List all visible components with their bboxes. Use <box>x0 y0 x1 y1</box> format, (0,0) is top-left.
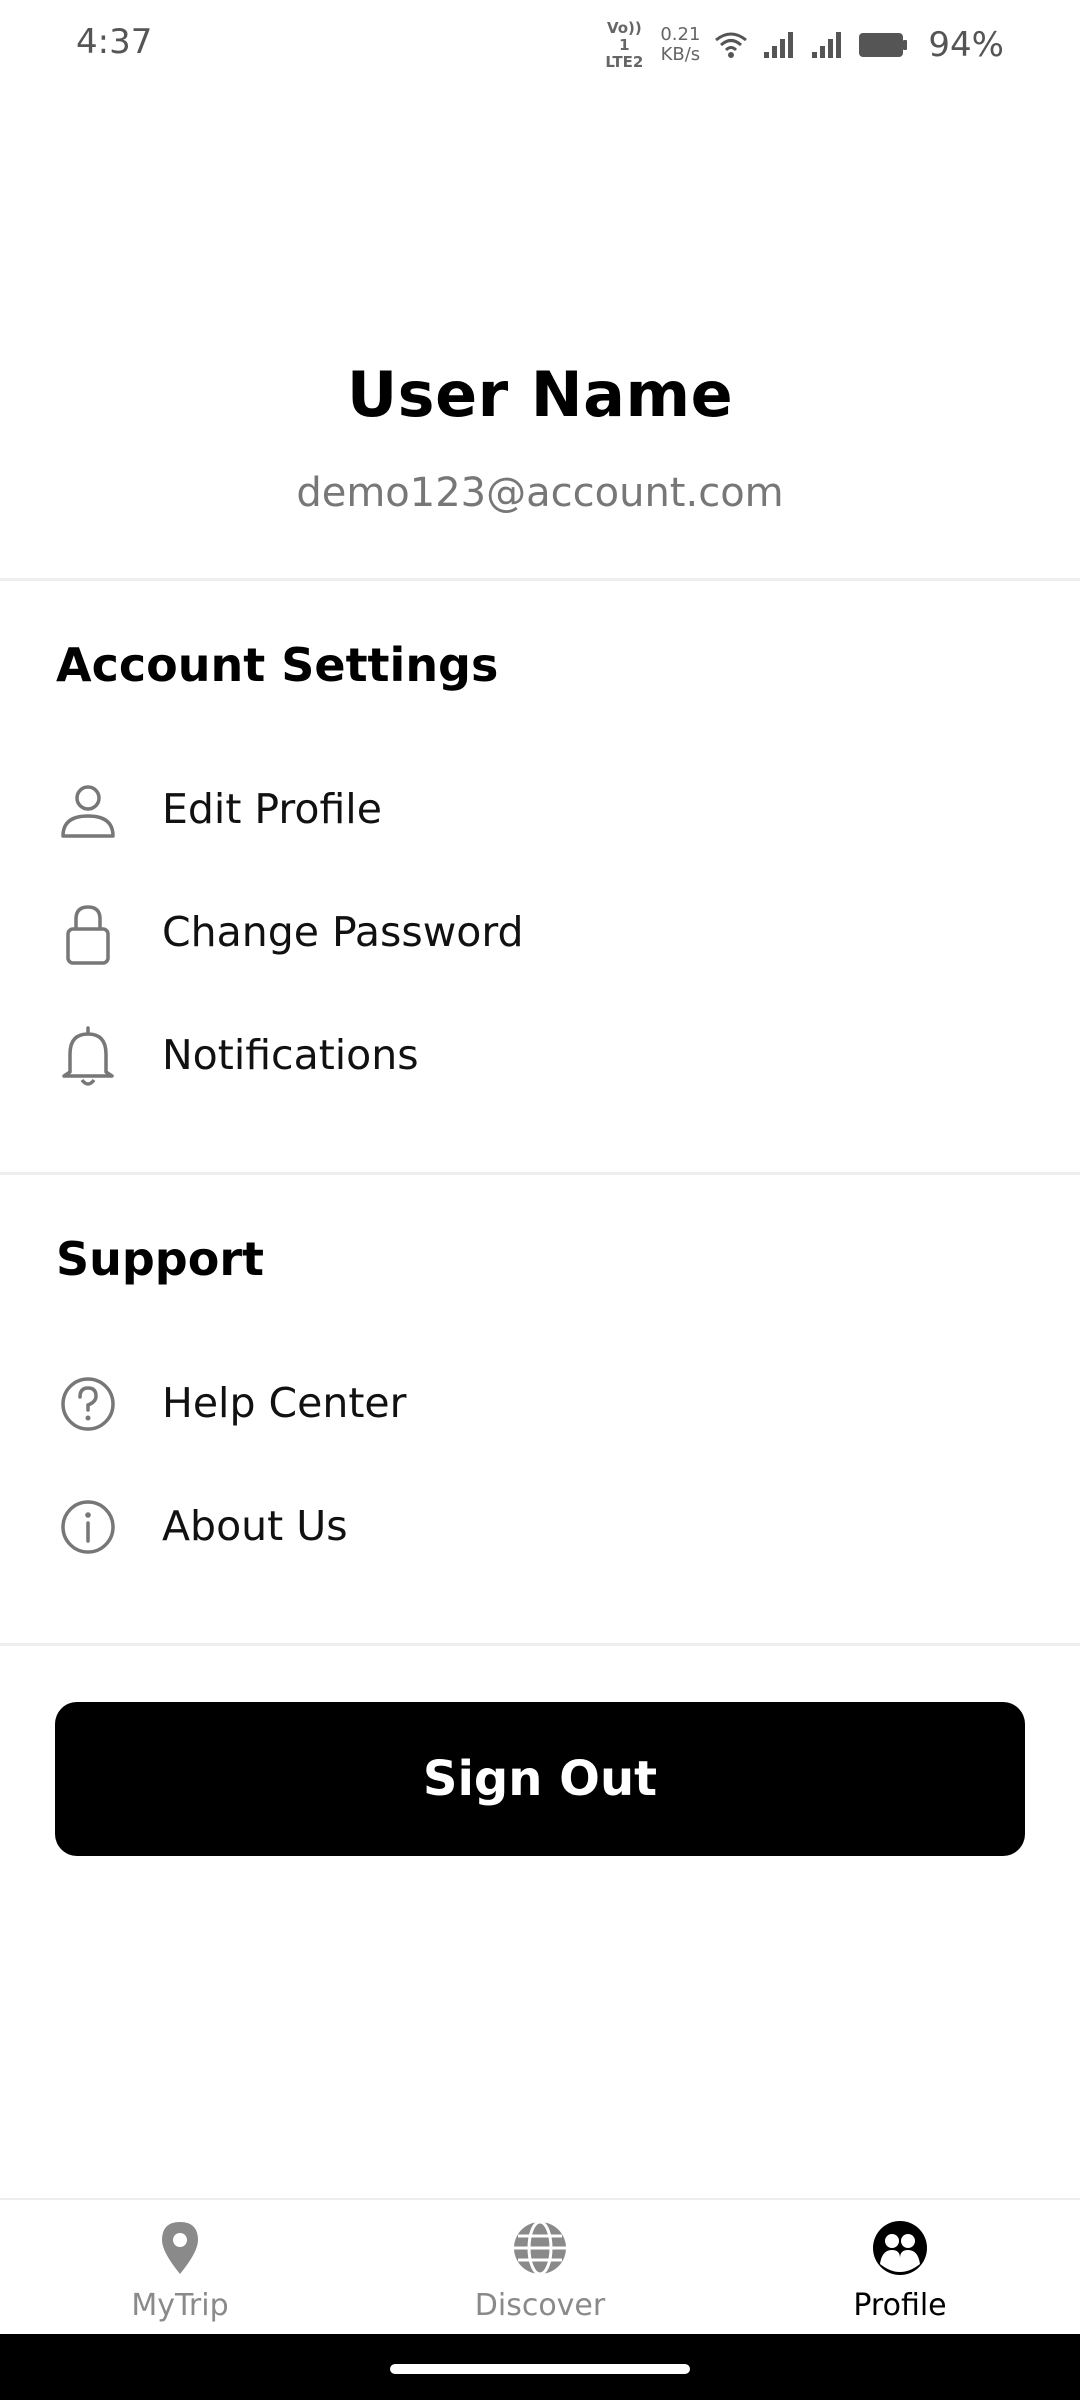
section-title-account-settings: Account Settings <box>56 638 499 692</box>
globe-icon <box>514 2220 566 2276</box>
sign-out-button[interactable]: Sign Out <box>55 1702 1025 1856</box>
signal-icon-2 <box>812 32 842 58</box>
bottom-navigation: MyTrip Discover Profile <box>0 2198 1080 2334</box>
profile-screen: 4:37 Vo)) 1 LTE2 0.21 KB/s 94% User Name… <box>0 0 1080 2400</box>
divider <box>0 578 1080 581</box>
lock-icon <box>66 905 110 965</box>
network-speed-unit: KB/s <box>660 44 701 65</box>
wifi-icon <box>715 32 748 58</box>
network-type-label: Vo)) 1 LTE2 <box>605 18 644 71</box>
gesture-navigation-bar <box>0 2334 1080 2400</box>
user-name: User Name <box>346 358 734 431</box>
bell-icon <box>62 1026 114 1086</box>
row-label: Help Center <box>162 1379 407 1427</box>
account-settings-item-notifications[interactable]: Notifications <box>0 1001 1080 1111</box>
network-speed-value: 0.21 <box>660 24 701 45</box>
status-time: 4:37 <box>76 22 153 62</box>
signal-icon <box>764 32 794 58</box>
status-indicators: Vo)) 1 LTE2 0.21 KB/s 94% <box>602 18 1004 71</box>
nav-label: MyTrip <box>131 2288 229 2323</box>
location-pin-icon <box>162 2222 198 2274</box>
row-label: About Us <box>162 1502 348 1550</box>
status-bar: 4:37 Vo)) 1 LTE2 0.21 KB/s 94% <box>0 0 1080 90</box>
network-speed: 0.21 KB/s <box>660 25 700 65</box>
question-circle-icon <box>61 1377 115 1431</box>
home-gesture-handle[interactable] <box>390 2364 690 2374</box>
nav-label: Discover <box>474 2288 606 2323</box>
divider <box>0 1643 1080 1646</box>
account-settings-item-change-password[interactable]: Change Password <box>0 878 1080 988</box>
account-settings-item-edit-profile[interactable]: Edit Profile <box>0 755 1080 865</box>
nav-item-mytrip[interactable]: MyTrip <box>60 2218 300 2333</box>
info-circle-icon <box>61 1500 115 1554</box>
profile-group-icon <box>873 2221 927 2275</box>
battery-percentage: 94% <box>928 25 1004 65</box>
support-item-about-us[interactable]: About Us <box>0 1472 1080 1582</box>
row-label: Notifications <box>162 1031 419 1079</box>
user-email: demo123@account.com <box>296 470 784 516</box>
person-icon <box>61 785 115 838</box>
row-label: Edit Profile <box>162 785 382 833</box>
row-label: Change Password <box>162 908 524 956</box>
battery-icon <box>859 33 908 57</box>
divider <box>0 1172 1080 1175</box>
nav-label: Profile <box>853 2288 947 2323</box>
support-item-help-center[interactable]: Help Center <box>0 1349 1080 1459</box>
section-title-support: Support <box>56 1232 265 1286</box>
nav-item-profile[interactable]: Profile <box>780 2218 1020 2333</box>
nav-item-discover[interactable]: Discover <box>420 2218 660 2333</box>
